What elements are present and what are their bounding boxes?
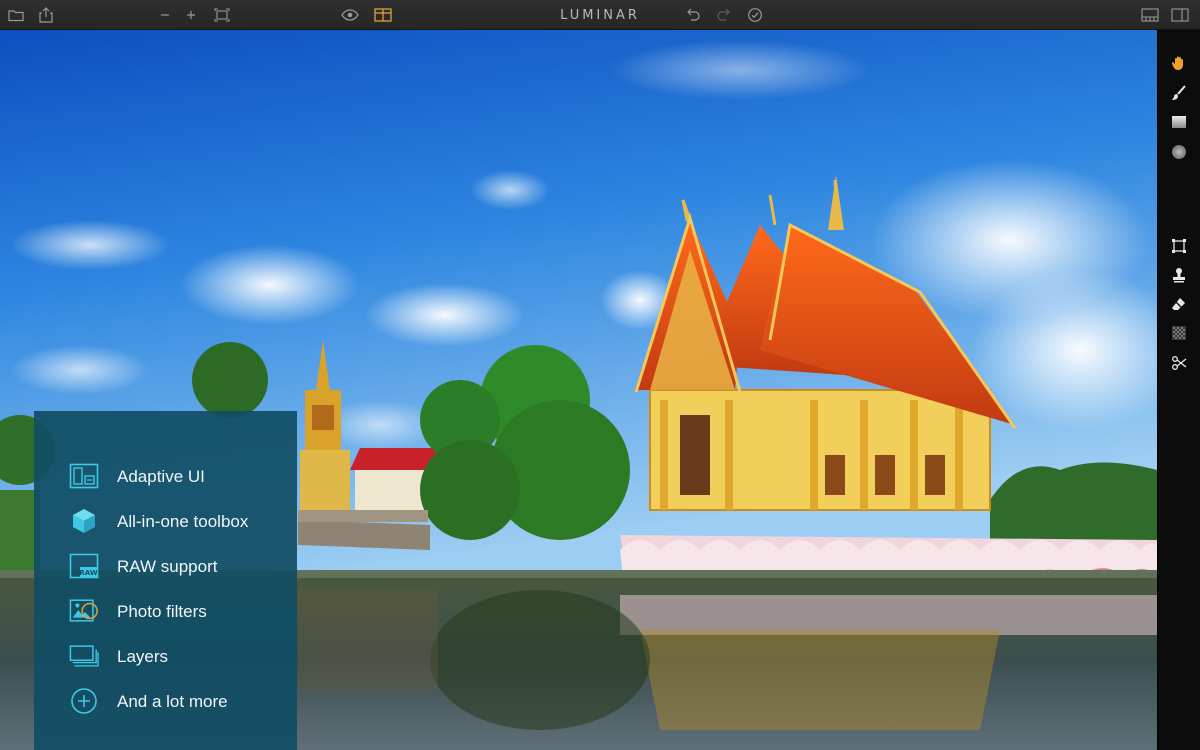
layout-panels-icon[interactable] [1170, 5, 1190, 25]
feature-layers: Layers [34, 639, 297, 673]
app-title: LUMINAR [560, 8, 640, 23]
noise-icon[interactable] [1168, 322, 1190, 344]
layout-filmstrip-icon[interactable] [1140, 5, 1160, 25]
adaptive-ui-icon [69, 461, 99, 491]
clone-stamp-icon[interactable] [1168, 264, 1190, 286]
transform-scissors-icon[interactable] [1168, 352, 1190, 374]
top-toolbar: LUMINAR [0, 0, 1200, 30]
brush-icon[interactable] [1168, 82, 1190, 104]
eraser-icon[interactable] [1168, 293, 1190, 315]
layers-icon [69, 641, 99, 671]
toolbox-cube-icon [69, 506, 99, 536]
feature-label: All-in-one toolbox [117, 512, 249, 531]
feature-all-in-one-toolbox: All-in-one toolbox [34, 504, 297, 538]
hand-icon[interactable] [1168, 52, 1190, 74]
feature-raw-support: RAW RAW support [34, 549, 297, 583]
tool-strip [1157, 30, 1200, 750]
feature-label: Layers [117, 647, 169, 666]
feature-adaptive-ui: Adaptive UI [34, 459, 297, 493]
radial-mask-icon[interactable] [1168, 141, 1190, 163]
redo-icon[interactable] [714, 5, 734, 25]
undo-icon[interactable] [683, 5, 703, 25]
feature-label: And a lot more [117, 692, 228, 711]
features-panel: Adaptive UI All-in-one toolbox RAW RAW s… [34, 411, 297, 750]
feature-and-a-lot-more: And a lot more [34, 684, 297, 718]
photo-filter-icon [69, 596, 99, 626]
feature-label: Photo filters [117, 602, 207, 621]
svg-text:RAW: RAW [79, 569, 97, 577]
raw-file-icon: RAW [69, 551, 99, 581]
feature-label: RAW support [117, 557, 218, 576]
feature-label: Adaptive UI [117, 467, 205, 486]
gradient-mask-icon[interactable] [1168, 111, 1190, 133]
crop-icon[interactable] [1168, 235, 1190, 257]
history-check-icon[interactable] [745, 5, 765, 25]
luminar-window: LUMINAR Adaptive UI All-in-one toolbox R… [0, 0, 1200, 750]
plus-circle-icon [69, 686, 99, 716]
feature-photo-filters: Photo filters [34, 594, 297, 628]
